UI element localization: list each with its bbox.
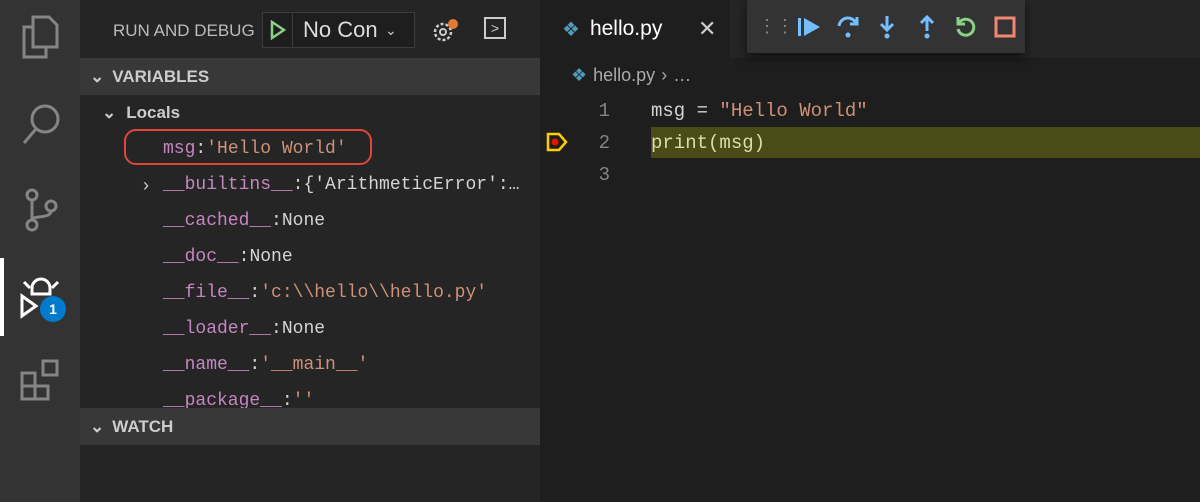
drag-handle-icon[interactable]: ⋮⋮	[758, 16, 794, 37]
variable-name: __cached__	[163, 211, 272, 231]
extensions-icon[interactable]	[16, 355, 66, 405]
tab-hello-py[interactable]: ❖ hello.py ✕	[540, 0, 730, 58]
locals-label: Locals	[126, 103, 181, 122]
sidebar-title: RUN AND DEBUG	[113, 21, 255, 40]
variable-name: __name__	[163, 355, 250, 375]
step-over-icon[interactable]	[828, 14, 867, 40]
debug-toolbar: ⋮⋮	[747, 0, 1025, 53]
stop-icon[interactable]	[986, 16, 1025, 38]
python-icon: ❖	[571, 65, 588, 85]
variable-row[interactable]: › __builtins__: {'ArithmeticError':…	[80, 167, 540, 203]
variable-value: None	[281, 211, 326, 231]
variable-row[interactable]: __cached__: None	[80, 203, 540, 239]
start-debugging-button[interactable]	[263, 13, 293, 47]
step-into-icon[interactable]	[868, 14, 907, 40]
breadcrumb: ❖ hello.py › …	[571, 65, 691, 86]
chevron-down-icon: ⌄	[385, 21, 397, 38]
variable-name: __builtins__	[163, 175, 293, 195]
locals-scope[interactable]: ⌄ Locals	[80, 95, 540, 131]
code-token: "Hello World"	[719, 99, 868, 122]
watch-label: WATCH	[112, 416, 174, 436]
variable-row[interactable]: __loader__: None	[80, 311, 540, 347]
launch-config-dropdown[interactable]: No Con ⌄	[262, 12, 415, 48]
variable-row[interactable]: __doc__: None	[80, 239, 540, 275]
variable-value: '__main__'	[260, 355, 369, 375]
search-icon[interactable]	[16, 100, 66, 150]
chevron-right-icon[interactable]: ›	[143, 175, 163, 196]
source-control-icon[interactable]	[16, 185, 66, 235]
separator: :	[271, 319, 282, 339]
code-line[interactable]: 3	[540, 159, 1200, 190]
chevron-down-icon: ⌄	[90, 66, 105, 86]
variable-value: 'c:\\hello\\hello.py'	[260, 283, 488, 303]
watch-section-header[interactable]: ⌄ WATCH	[80, 408, 540, 445]
code-text: msg = "Hello World"	[651, 100, 868, 122]
variables-section-header[interactable]: ⌄ VARIABLES	[80, 58, 540, 95]
code-token: print(msg)	[651, 131, 766, 154]
variable-name: __loader__	[163, 319, 272, 339]
sidebar: RUN AND DEBUG No Con ⌄ > ⌄ VARIABLES ⌄ Loc…	[80, 0, 540, 502]
highlight-outline	[124, 129, 372, 165]
variable-name: __doc__	[163, 247, 239, 267]
chevron-down-icon: ⌄	[90, 416, 105, 436]
active-indicator	[0, 258, 4, 336]
continue-icon[interactable]	[789, 15, 828, 39]
variable-value: {'ArithmeticError':…	[303, 175, 520, 195]
separator: :	[292, 175, 304, 195]
activity-bar: 1	[0, 0, 80, 502]
line-number: 1	[598, 99, 610, 122]
code-text: print(msg)	[651, 127, 1200, 158]
code-line[interactable]: 2 print(msg)	[540, 127, 1200, 158]
explorer-icon[interactable]	[16, 12, 66, 62]
variables-label: VARIABLES	[112, 66, 210, 86]
gear-icon[interactable]	[432, 18, 460, 49]
debug-console-icon[interactable]: >	[484, 17, 506, 39]
variable-value: None	[281, 319, 326, 339]
line-number: 3	[598, 163, 610, 186]
launch-config-name: No Con	[303, 17, 378, 42]
close-icon[interactable]: ✕	[698, 16, 716, 42]
breadcrumb-more[interactable]: …	[673, 65, 691, 86]
tab-label: hello.py	[589, 17, 663, 40]
step-out-icon[interactable]	[907, 14, 946, 40]
debug-badge: 1	[40, 296, 66, 322]
code-token: msg =	[651, 99, 720, 122]
python-icon: ❖	[562, 18, 580, 41]
code-line[interactable]: 1 msg = "Hello World"	[540, 95, 1200, 126]
variable-name: __file__	[163, 283, 250, 303]
chevron-right-icon: ›	[661, 65, 668, 85]
variable-row[interactable]: __name__: '__main__'	[80, 347, 540, 383]
separator: :	[238, 247, 250, 267]
separator: :	[249, 283, 261, 303]
variable-value: None	[249, 247, 293, 267]
separator: :	[271, 211, 282, 231]
variable-row[interactable]: __file__: 'c:\\hello\\hello.py'	[80, 275, 540, 311]
line-number: 2	[598, 131, 610, 154]
chevron-down-icon: ⌄	[102, 103, 117, 122]
separator: :	[249, 355, 261, 375]
current-breakpoint-icon[interactable]	[546, 132, 568, 158]
restart-icon[interactable]	[946, 15, 985, 39]
run-debug-header: RUN AND DEBUG No Con ⌄ >	[80, 0, 540, 58]
breadcrumb-file[interactable]: hello.py	[593, 65, 655, 86]
